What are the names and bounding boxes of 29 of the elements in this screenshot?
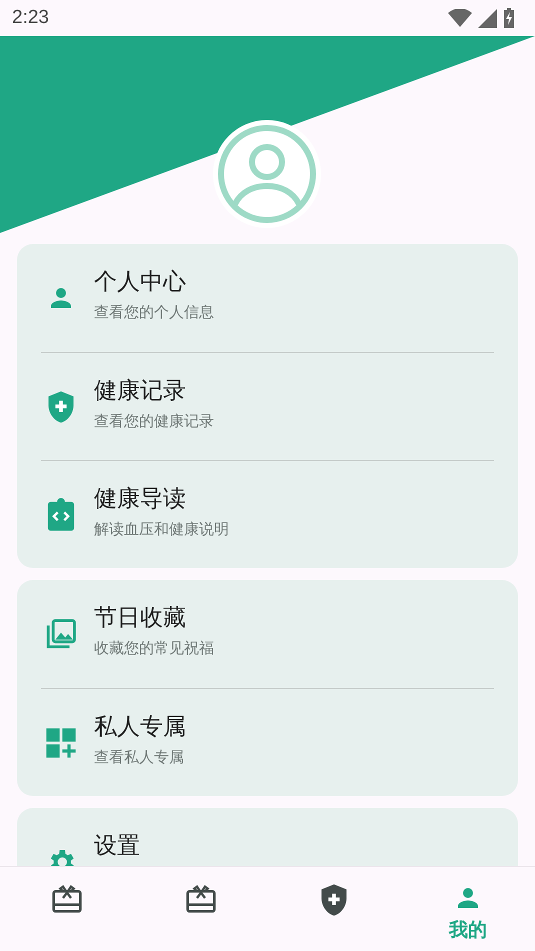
shield-plus-icon (319, 883, 350, 917)
profile-icon (217, 124, 317, 224)
menu-item-title: 个人中心 (94, 268, 187, 297)
shield-plus-icon (46, 390, 76, 424)
gift-card-icon (50, 883, 83, 913)
menu-item-subtitle: 解读血压和健康说明 (94, 520, 229, 538)
menu-item[interactable]: 节日收藏 收藏您的常见祝福 (41, 580, 494, 688)
menu-item-subtitle: 查看私人专属 (94, 748, 185, 766)
gift-card-icon (184, 883, 217, 913)
menu-item[interactable]: 个人中心 查看您的个人信息 (41, 244, 494, 352)
menu-item-subtitle: 收藏您的常见祝福 (94, 639, 214, 658)
menu-item-title: 私人专属 (94, 712, 186, 742)
menu-item-subtitle: 查看您的个人信息 (94, 303, 214, 322)
menu-item[interactable]: 健康导读 解读血压和健康说明 (41, 460, 494, 568)
menu-item[interactable]: 设置 (41, 808, 494, 866)
menu-item-title: 设置 (94, 832, 140, 861)
signal-icon (478, 8, 497, 28)
menu-item-title: 健康记录 (94, 376, 187, 406)
grid-add-icon (45, 726, 77, 758)
wifi-icon (448, 9, 472, 27)
menu-item[interactable]: 健康记录 查看您的健康记录 (41, 352, 494, 460)
photos-icon (44, 617, 78, 651)
clipboard-code-icon (45, 498, 77, 532)
menu-item-title: 健康导读 (94, 484, 187, 514)
menu-item[interactable]: 私人专属 查看私人专属 (41, 688, 494, 796)
status-time: 2:23 (12, 7, 49, 29)
menu-item-title: 节日收藏 (94, 604, 187, 633)
menu-item-subtitle: 查看您的健康记录 (94, 412, 214, 430)
battery-charging-icon (503, 8, 515, 28)
